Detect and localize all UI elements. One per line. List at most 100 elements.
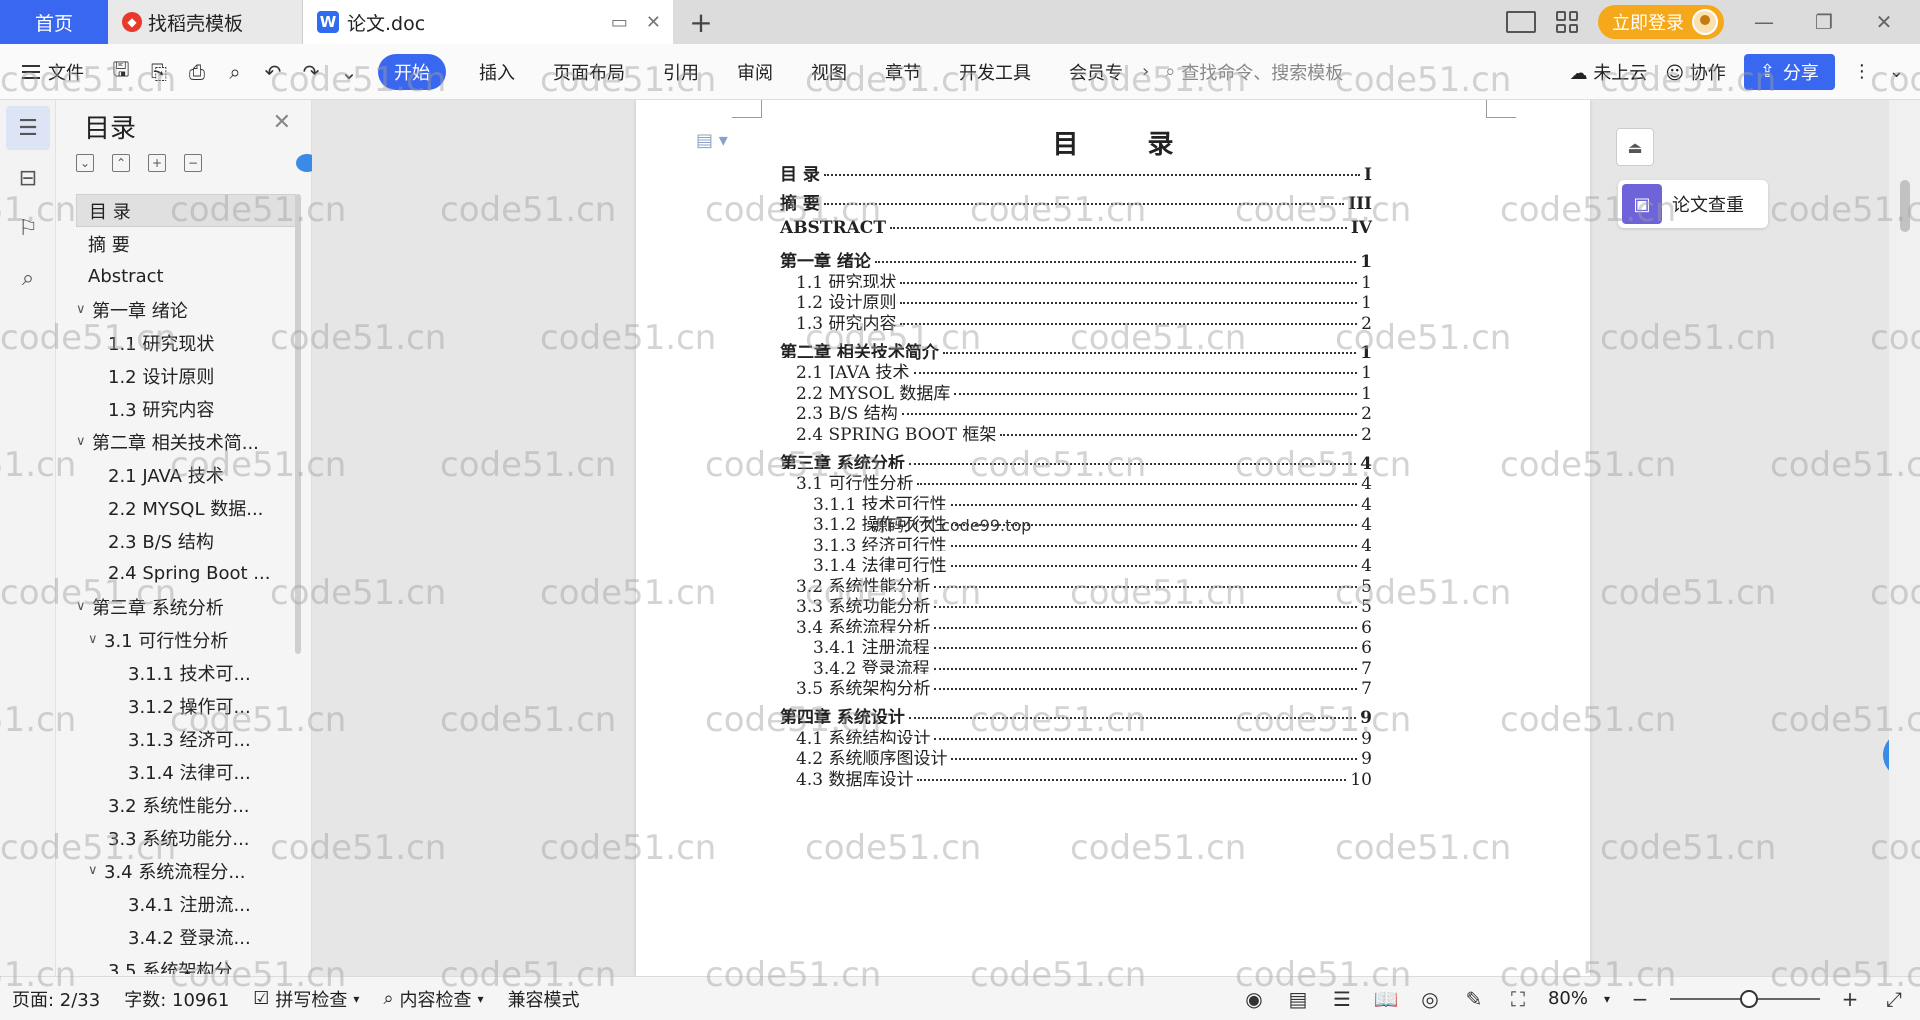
content-check-button[interactable]: ⌕ 内容检查 ▾ <box>371 986 495 1012</box>
login-button[interactable]: 立即登录 <box>1598 5 1724 39</box>
chevron-down-icon[interactable]: ▾ <box>1604 992 1610 1006</box>
chevron-down-icon[interactable]: ∨ <box>76 302 92 317</box>
tab-page-layout[interactable]: 页面布局 <box>534 59 644 85</box>
outline-item[interactable]: 3.1.3 经济可... <box>76 722 296 755</box>
close-tab-icon[interactable]: ✕ <box>646 12 661 33</box>
restore-icon[interactable]: ❐ <box>1804 10 1844 34</box>
plagiarism-check-button[interactable]: ▣ 论文查重 <box>1618 180 1768 228</box>
toc-entry[interactable]: ABSTRACT IV <box>780 218 1372 238</box>
write-mode-icon[interactable]: ✎ <box>1460 987 1488 1011</box>
outline-item[interactable]: 2.2 MYSQL 数据... <box>76 491 296 524</box>
plus-icon[interactable]: + <box>148 154 166 172</box>
collapse-ribbon-icon[interactable]: ⌄ <box>1889 61 1904 82</box>
fit-page-icon[interactable]: ⛶ <box>1504 987 1532 1011</box>
collapse-up-icon[interactable]: ⌃ <box>112 154 130 172</box>
collab-button[interactable]: ☺ 协作 <box>1665 59 1726 85</box>
zoom-level[interactable]: 80% <box>1548 988 1588 1009</box>
zoom-slider-knob[interactable] <box>1740 989 1758 1008</box>
zoom-slider[interactable] <box>1670 989 1820 1008</box>
fullscreen-icon[interactable]: ⤢ <box>1880 987 1908 1011</box>
tab-sections[interactable]: 章节 <box>866 59 940 85</box>
outline-item[interactable]: 1.3 研究内容 <box>76 392 296 425</box>
screen-icon[interactable]: ▭ <box>611 12 628 33</box>
tab-start[interactable]: 开始 <box>378 53 446 90</box>
outline-item[interactable]: ∨ 第三章 系统分析 <box>76 590 296 623</box>
spell-check-button[interactable]: ☑ 拼写检查 ▾ <box>241 986 371 1012</box>
chevron-right-icon[interactable]: › <box>1142 61 1149 82</box>
toc-entry[interactable]: 目 录I <box>780 160 1372 185</box>
redo-icon[interactable]: ↷ <box>296 60 326 84</box>
chevron-down-icon[interactable]: ∨ <box>88 863 104 878</box>
outline-item[interactable]: 3.1.2 操作可... <box>76 689 296 722</box>
outline-item[interactable]: 2.4 Spring Boot ... <box>76 557 296 590</box>
undo-icon[interactable]: ↶ <box>258 60 288 84</box>
export-icon[interactable]: ⎘ <box>144 60 174 84</box>
tab-home[interactable]: 首页 <box>0 0 108 44</box>
tab-review[interactable]: 审阅 <box>718 59 792 85</box>
toc-entry[interactable]: 2.4 SPRING BOOT 框架 2 <box>780 419 1372 445</box>
search-input[interactable]: 查找命令、搜索模板 <box>1181 59 1343 85</box>
tab-view[interactable]: 视图 <box>792 59 866 85</box>
save-icon[interactable]: 🖫 <box>106 55 136 89</box>
tab-member[interactable]: 会员专 <box>1050 59 1142 85</box>
page-view-icon[interactable]: ▤ <box>1284 987 1312 1011</box>
outline-item[interactable]: ∨ 3.4 系统流程分... <box>76 854 296 887</box>
more-icon[interactable]: ⋮ <box>1853 61 1871 82</box>
expand-down-icon[interactable]: ⌄ <box>76 154 94 172</box>
close-window-icon[interactable]: ✕ <box>1864 10 1904 34</box>
outline-view-icon[interactable]: ☰ <box>1328 987 1356 1011</box>
chevron-down-icon[interactable]: ∨ <box>76 599 92 614</box>
find-icon[interactable]: ⌕ <box>6 256 50 300</box>
outline-item[interactable]: ∨ 第二章 相关技术简... <box>76 425 296 458</box>
page-indicator[interactable]: 页面: 2/33 <box>0 986 112 1012</box>
outline-item[interactable]: 3.1.4 法律可... <box>76 755 296 788</box>
outline-item[interactable]: 3.2 系统性能分... <box>76 788 296 821</box>
web-view-icon[interactable]: ◎ <box>1416 987 1444 1011</box>
outline-item[interactable]: 3.4.1 注册流... <box>76 887 296 920</box>
toc-entry[interactable]: 4.3 数据库设计 10 <box>780 764 1372 790</box>
outline-icon[interactable]: ☰ <box>6 106 50 150</box>
outline-item[interactable]: ∨ 3.1 可行性分析 <box>76 623 296 656</box>
read-view-icon[interactable]: 📖 <box>1372 987 1400 1011</box>
outline-item[interactable]: 2.3 B/S 结构 <box>76 524 296 557</box>
outline-scrollbar[interactable] <box>295 194 301 654</box>
tab-templates[interactable]: ◆ 找稻壳模板 <box>108 0 303 44</box>
chevron-down-icon[interactable]: ∨ <box>88 632 104 647</box>
tab-developer[interactable]: 开发工具 <box>940 59 1050 85</box>
tab-references[interactable]: 引用 <box>644 59 718 85</box>
toc-entry[interactable]: 摘 要 III <box>780 189 1372 214</box>
layout-icon[interactable] <box>1506 11 1536 33</box>
minus-icon[interactable]: − <box>184 154 202 172</box>
zoom-in-icon[interactable]: + <box>1836 987 1864 1011</box>
collapse-panel-icon[interactable]: ⏏ <box>1616 128 1654 166</box>
bookmark-icon[interactable]: ⚐ <box>6 206 50 250</box>
print-preview-icon[interactable]: ⌕ <box>220 60 250 84</box>
vertical-scrollbar[interactable] <box>1889 100 1920 976</box>
outline-item[interactable]: 3.5 系统架构分... <box>76 953 296 975</box>
cloud-status[interactable]: ☁ 未上云 <box>1570 59 1648 85</box>
chapter-nav-icon[interactable]: ⊟ <box>6 156 50 200</box>
document-page[interactable]: ▤ ▾ 目 录 目 录I摘 要 III ABSTRACT IV 第一章 绪论 1 1.1 研… <box>636 100 1590 976</box>
apps-grid-icon[interactable] <box>1556 11 1578 33</box>
scroll-thumb[interactable] <box>1900 180 1910 232</box>
word-count[interactable]: 字数: 10961 <box>112 986 241 1012</box>
outline-item[interactable]: 3.1.1 技术可... <box>76 656 296 689</box>
chevron-down-icon[interactable]: ⌄ <box>334 60 364 84</box>
tab-document[interactable]: W 论文.doc ▭ ✕ <box>303 0 673 44</box>
outline-item[interactable]: Abstract <box>76 260 296 293</box>
outline-item[interactable]: 3.4.2 登录流... <box>76 920 296 953</box>
toc-entry[interactable]: 1.3 研究内容 2 <box>780 308 1372 334</box>
toc-entry[interactable]: 3.5 系统架构分析 7 <box>780 674 1372 699</box>
outline-item[interactable]: 摘 要 <box>76 227 296 260</box>
file-menu-button[interactable]: 文件 <box>0 59 102 85</box>
outline-item[interactable]: 目 录 <box>76 194 296 227</box>
print-icon[interactable]: ⎙ <box>182 60 212 84</box>
close-icon[interactable]: ✕ <box>273 110 291 135</box>
outline-item[interactable]: 1.1 研究现状 <box>76 326 296 359</box>
outline-item[interactable]: 2.1 JAVA 技术 <box>76 458 296 491</box>
new-tab-button[interactable]: + <box>673 0 729 44</box>
chevron-down-icon[interactable]: ∨ <box>76 434 92 449</box>
command-search[interactable]: ⌕ 查找命令、搜索模板 <box>1165 59 1343 85</box>
tab-insert[interactable]: 插入 <box>460 59 534 85</box>
outline-item[interactable]: 1.2 设计原则 <box>76 359 296 392</box>
